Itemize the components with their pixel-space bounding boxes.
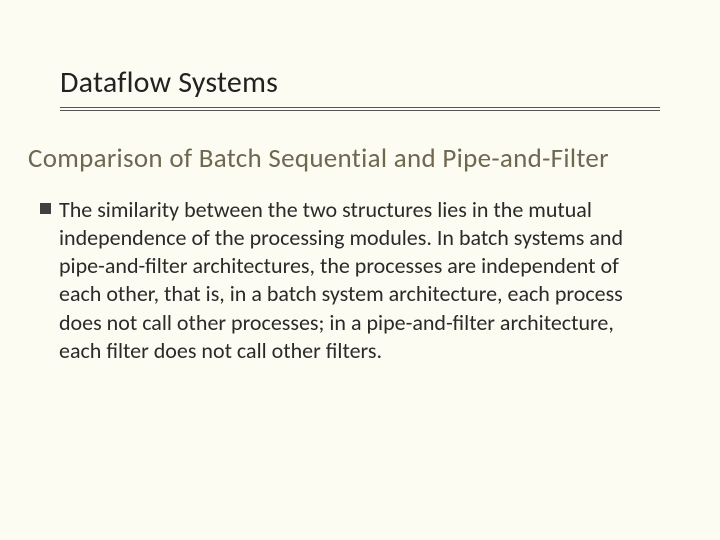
slide-subheading: Comparison of Batch Sequential and Pipe-… (28, 142, 692, 175)
slide: Dataflow Systems Comparison of Batch Seq… (0, 0, 720, 540)
list-item: The similarity between the two structure… (40, 196, 660, 365)
heading-block: Dataflow Systems (60, 64, 660, 111)
heading-underline (60, 107, 660, 111)
body-block: The similarity between the two structure… (40, 196, 660, 365)
slide-heading: Dataflow Systems (60, 64, 660, 101)
subheading-block: Comparison of Batch Sequential and Pipe-… (28, 142, 692, 175)
square-bullet-icon (40, 203, 51, 214)
bullet-text: The similarity between the two structure… (59, 196, 660, 365)
